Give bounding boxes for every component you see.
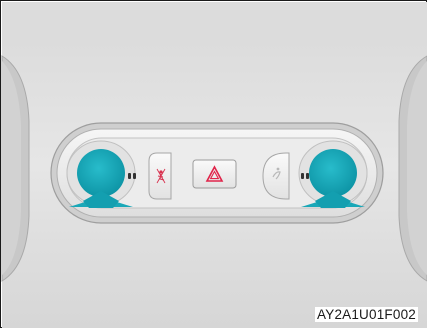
hazard-button[interactable] [192, 159, 237, 189]
overhead-console-illustration [1, 2, 427, 328]
figure-code: AY2A1U01F002 [315, 307, 418, 322]
figure-frame: AY2A1U01F002 [0, 0, 427, 328]
airbag-off-button[interactable] [148, 152, 172, 200]
